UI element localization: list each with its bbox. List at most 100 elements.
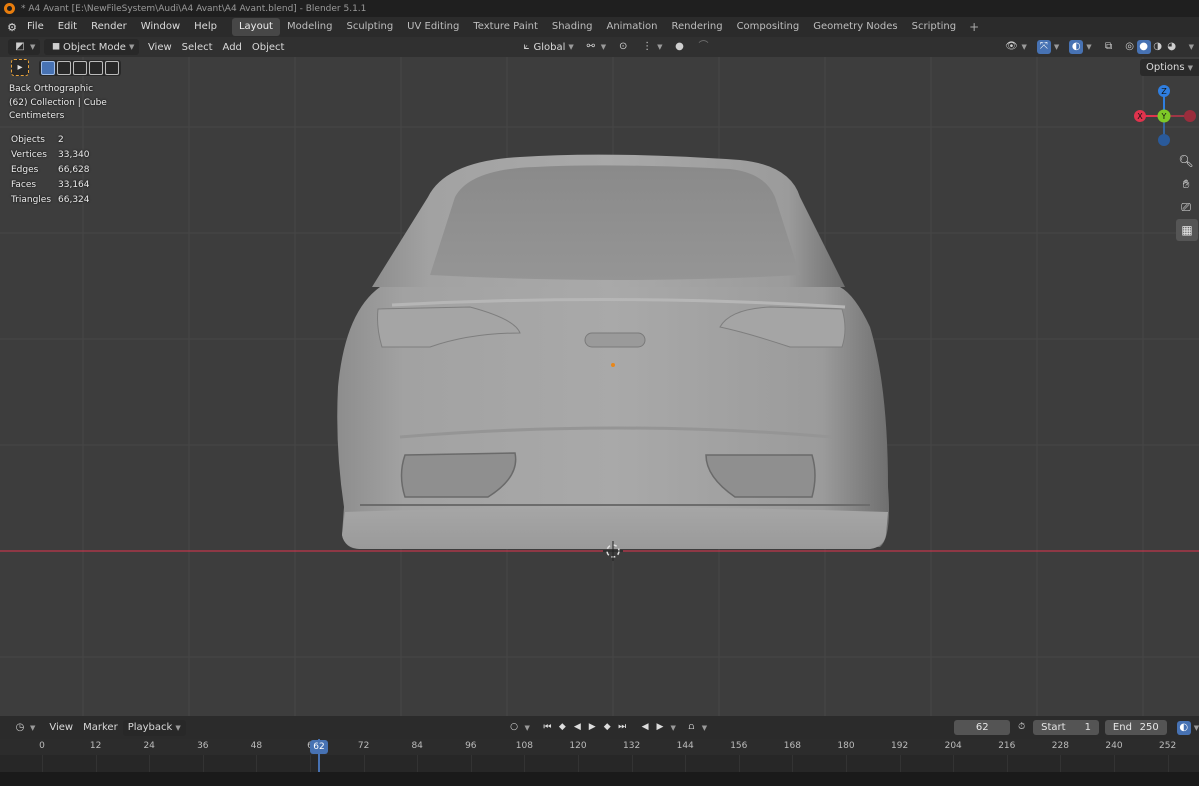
select-subtract-icon[interactable] bbox=[73, 60, 87, 75]
frame-tick-label: 84 bbox=[411, 741, 423, 751]
tab-rendering[interactable]: Rendering bbox=[664, 18, 729, 36]
orientation-label: Global bbox=[533, 41, 566, 53]
snap-increment-icon: ⋮ bbox=[642, 41, 653, 52]
tab-compositing[interactable]: Compositing bbox=[730, 18, 807, 36]
header-menu-view[interactable]: View bbox=[143, 39, 177, 55]
menu-help[interactable]: Help bbox=[187, 17, 224, 37]
snap-toggle-button[interactable]: ⊙ bbox=[611, 39, 635, 55]
timeline-menu-marker[interactable]: Marker bbox=[78, 720, 123, 736]
frame-grid-line bbox=[1006, 755, 1008, 772]
play-button[interactable]: ▶ bbox=[585, 720, 600, 735]
timeline-overlay-icon[interactable]: ◐ bbox=[1176, 720, 1191, 735]
playhead-frame-indicator[interactable]: 62 bbox=[310, 740, 328, 754]
start-frame-field[interactable]: Start 1 bbox=[1033, 720, 1099, 735]
gizmo-toggle-button[interactable]: ⤧ ▼ bbox=[1032, 39, 1064, 55]
scene-statistics: Objects 2 Vertices 33,340 Edges 66,628 Face… bbox=[9, 132, 92, 209]
select-extend-icon[interactable] bbox=[57, 60, 71, 75]
car-model[interactable] bbox=[0, 57, 1199, 716]
auto-keying-button[interactable]: ○ bbox=[507, 720, 522, 735]
xray-toggle-button[interactable]: ⧉ bbox=[1097, 39, 1121, 55]
tab-uv-editing[interactable]: UV Editing bbox=[400, 18, 466, 36]
visibility-button[interactable]: 👁 ▼ bbox=[999, 39, 1031, 55]
proportional-falloff-button[interactable]: ⌒ bbox=[692, 39, 716, 55]
tab-scripting[interactable]: Scripting bbox=[905, 18, 963, 36]
playback-label: Playback bbox=[127, 722, 173, 733]
blender-menu-icon[interactable]: ⚙ bbox=[4, 21, 20, 34]
menu-edit[interactable]: Edit bbox=[51, 17, 84, 37]
menu-file[interactable]: File bbox=[20, 17, 51, 37]
mode-dropdown[interactable]: ◼ Object Mode ▼ bbox=[43, 39, 140, 55]
keying-set-button[interactable]: ⩍ bbox=[684, 720, 699, 735]
timeline-menu-view[interactable]: View bbox=[44, 720, 78, 736]
tab-modeling[interactable]: Modeling bbox=[280, 18, 340, 36]
menu-window[interactable]: Window bbox=[134, 17, 187, 37]
solid-shading-icon[interactable]: ● bbox=[1136, 40, 1151, 54]
proportional-edit-button[interactable]: ● bbox=[668, 39, 692, 55]
viewport-header: ◩ ▼ ◼ Object Mode ▼ View Select Add Objec… bbox=[0, 37, 1199, 57]
jump-start-icon: ⏮ bbox=[543, 722, 552, 732]
pivot-point-button[interactable]: ⚯ ▼ bbox=[579, 39, 611, 55]
title-bar: * A4 Avant [E:\NewFileSystem\Audi\A4 Ava… bbox=[0, 0, 1199, 17]
playback-dropdown[interactable]: Playback ▼ bbox=[122, 719, 186, 736]
frame-tick-label: 48 bbox=[250, 741, 263, 751]
editor-type-button[interactable]: ◩ ▼ bbox=[8, 39, 41, 55]
select-invert-icon[interactable] bbox=[89, 60, 103, 75]
gizmo-z-label: Z bbox=[1161, 87, 1167, 96]
view-name: Back Orthographic bbox=[9, 84, 94, 94]
frame-rate-button[interactable]: ⏱ bbox=[1014, 720, 1029, 735]
next-marker-button[interactable]: ▶ bbox=[653, 720, 668, 735]
zoom-button[interactable]: 🔍︎ bbox=[1175, 150, 1197, 172]
toggle-ortho-button[interactable]: ▦ bbox=[1176, 219, 1198, 241]
end-frame-field[interactable]: End 250 bbox=[1104, 720, 1167, 735]
menu-render[interactable]: Render bbox=[84, 17, 134, 37]
pan-button[interactable]: ✋︎ bbox=[1175, 173, 1197, 195]
frame-grid-line bbox=[685, 755, 687, 772]
overlay-toggle-button[interactable]: ◐ ▼ bbox=[1064, 39, 1096, 55]
material-shading-icon[interactable]: ◑ bbox=[1151, 40, 1165, 54]
tab-geometry-nodes[interactable]: Geometry Nodes bbox=[806, 18, 904, 36]
proportional-dot-icon: ● bbox=[675, 41, 684, 52]
gizmo-neg-z-ball bbox=[1158, 134, 1170, 146]
frame-tick-label: 216 bbox=[998, 741, 1016, 751]
navigation-gizmo[interactable]: Z X Y bbox=[1130, 84, 1198, 154]
prev-keyframe-button[interactable]: ◆ bbox=[555, 720, 570, 735]
wireframe-shading-icon[interactable]: ◎ bbox=[1123, 40, 1137, 54]
jump-end-button[interactable]: ⏭ bbox=[615, 720, 630, 735]
select-new-icon[interactable] bbox=[41, 60, 55, 75]
prev-marker-button[interactable]: ◀ bbox=[638, 720, 653, 735]
frame-grid-line bbox=[149, 755, 151, 772]
frame-tick-label: 204 bbox=[944, 741, 962, 751]
keyframe-track[interactable] bbox=[0, 755, 1199, 772]
timeline-editor-type-button[interactable]: ◷ ▼ bbox=[8, 720, 40, 736]
shading-options-button[interactable]: ▼ bbox=[1181, 39, 1199, 55]
select-tool-button[interactable]: ▸ bbox=[11, 59, 29, 76]
header-menu-object[interactable]: Object bbox=[247, 39, 290, 55]
select-intersect-icon[interactable] bbox=[105, 60, 119, 75]
frame-tick-label: 156 bbox=[730, 741, 748, 751]
timeline-scroll-area[interactable] bbox=[0, 772, 1199, 786]
camera-view-button[interactable]: ⎚ bbox=[1175, 196, 1197, 218]
tab-texture-paint[interactable]: Texture Paint bbox=[466, 18, 545, 36]
tab-sculpting[interactable]: Sculpting bbox=[339, 18, 400, 36]
timeline-header: ◷ ▼ View Marker Playback ▼ ○ ▼ ⏮ ◆ ◀ ▶ ◆ … bbox=[0, 716, 1199, 739]
add-workspace-icon[interactable]: + bbox=[963, 20, 985, 34]
play-reverse-button[interactable]: ◀ bbox=[570, 720, 585, 735]
options-dropdown[interactable]: Options ▼ bbox=[1140, 59, 1199, 76]
current-frame-field[interactable]: 62 bbox=[954, 720, 1011, 735]
3d-viewport[interactable]: ▸ Back Orthographic (62) Collection | Cu… bbox=[0, 57, 1199, 716]
car-exhaust-left bbox=[400, 452, 517, 498]
car-rear-window bbox=[430, 165, 800, 280]
tab-layout[interactable]: Layout bbox=[231, 18, 280, 36]
snap-target-button[interactable]: ⋮ ▼ bbox=[635, 39, 667, 55]
next-marker-icon: ▶ bbox=[656, 722, 664, 732]
frame-tick-label: 132 bbox=[623, 741, 641, 751]
rendered-shading-icon[interactable]: ◕ bbox=[1165, 40, 1179, 54]
next-keyframe-button[interactable]: ◆ bbox=[600, 720, 615, 735]
tab-animation[interactable]: Animation bbox=[600, 18, 665, 36]
tab-shading[interactable]: Shading bbox=[545, 18, 600, 36]
header-menu-add[interactable]: Add bbox=[218, 39, 247, 55]
header-menu-select[interactable]: Select bbox=[177, 39, 218, 55]
jump-start-button[interactable]: ⏮ bbox=[540, 720, 555, 735]
transform-orientation-dropdown[interactable]: ⟀ Global ▼ bbox=[514, 39, 578, 55]
frame-ruler[interactable]: 0122436486728496108120132144156168180192… bbox=[0, 739, 1199, 755]
